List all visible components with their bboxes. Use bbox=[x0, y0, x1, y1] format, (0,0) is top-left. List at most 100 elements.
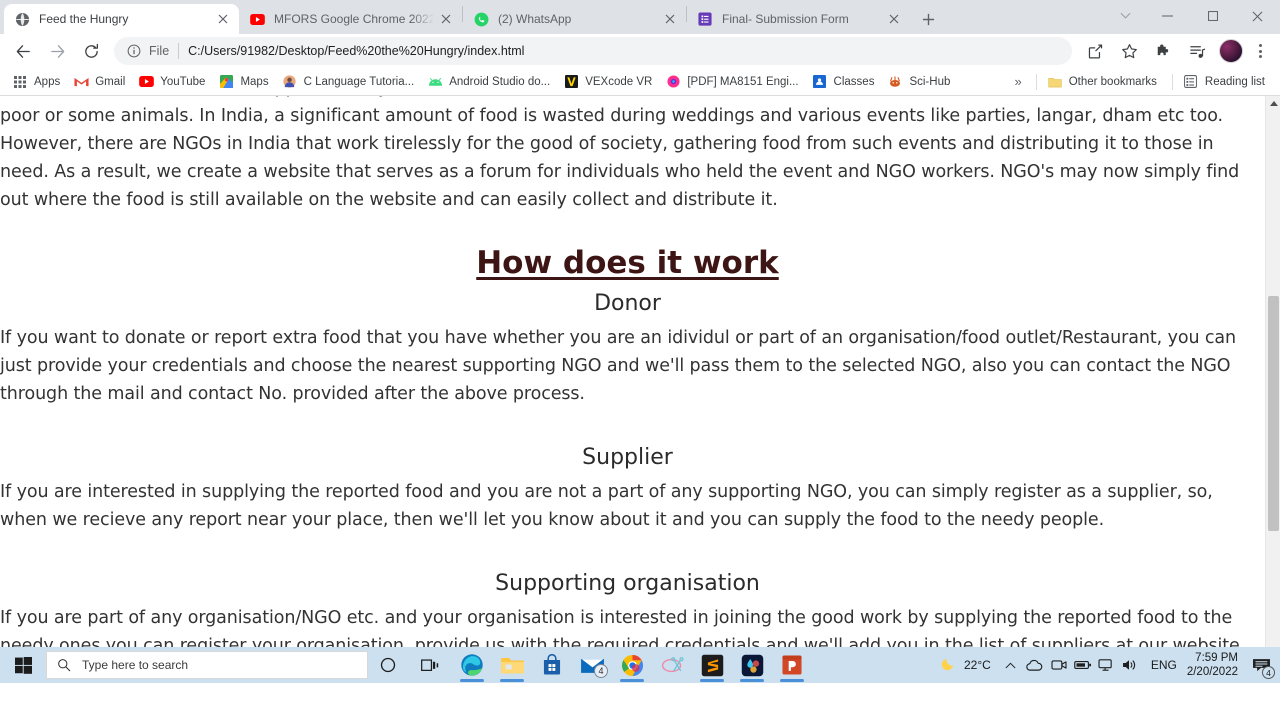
mail-icon[interactable]: 4 bbox=[572, 647, 612, 683]
android-icon bbox=[427, 74, 443, 90]
info-circle-icon[interactable] bbox=[126, 43, 142, 59]
profile-avatar[interactable] bbox=[1219, 39, 1243, 63]
battery-icon[interactable] bbox=[1071, 647, 1095, 683]
colorful-app-icon[interactable] bbox=[732, 647, 772, 683]
tab-title: Final- Submission Form bbox=[722, 12, 849, 26]
new-tab-button[interactable] bbox=[914, 5, 942, 33]
chevron-down-icon[interactable] bbox=[1105, 0, 1145, 32]
youtube-icon bbox=[249, 11, 265, 27]
star-icon[interactable] bbox=[1117, 39, 1141, 63]
reading-list-icon[interactable] bbox=[1185, 39, 1209, 63]
cortana-circle-icon[interactable] bbox=[368, 647, 408, 683]
heading-supporting-organisation: Supporting organisation bbox=[495, 571, 760, 596]
reading-list-button[interactable]: Reading list bbox=[1179, 71, 1272, 93]
page-viewport: the 400 Safal outlets in Delhi. Approxim… bbox=[0, 96, 1280, 683]
bookmark-label: Android Studio do... bbox=[449, 75, 551, 88]
volume-icon[interactable] bbox=[1119, 647, 1143, 683]
bookmark-maps[interactable]: Maps bbox=[214, 71, 275, 93]
notification-icon[interactable]: 4 bbox=[1246, 647, 1276, 683]
pdf-icon bbox=[665, 74, 681, 90]
tab-mfors-google-chrome[interactable]: MFORS Google Chrome 2022 02 bbox=[239, 4, 462, 34]
tab-whatsapp[interactable]: (2) WhatsApp bbox=[463, 4, 686, 34]
address-bar[interactable]: File C:/Users/91982/Desktop/Feed%20the%2… bbox=[114, 37, 1072, 65]
maximize-icon[interactable] bbox=[1190, 0, 1235, 32]
bookmark-label: Gmail bbox=[95, 75, 126, 88]
bookmark-gmail[interactable]: Gmail bbox=[69, 71, 132, 93]
google-forms-icon bbox=[697, 11, 713, 27]
bookmark-label: Reading list bbox=[1204, 75, 1265, 88]
intro-paragraph: the 400 Safal outlets in Delhi. Approxim… bbox=[0, 96, 1240, 210]
file-explorer-icon[interactable] bbox=[492, 647, 532, 683]
windows-start-icon[interactable] bbox=[0, 647, 46, 683]
search-icon bbox=[57, 658, 73, 672]
camera-icon[interactable] bbox=[1047, 647, 1071, 683]
close-icon[interactable] bbox=[1235, 0, 1280, 32]
temperature-label: 22°C bbox=[964, 658, 991, 672]
scrollbar-thumb[interactable] bbox=[1268, 296, 1279, 531]
bookmark-classes[interactable]: Classes bbox=[808, 71, 882, 93]
microsoft-store-icon[interactable] bbox=[532, 647, 572, 683]
mail-badge-count: 4 bbox=[594, 664, 608, 678]
powerpoint-icon[interactable] bbox=[772, 647, 812, 683]
chevron-up-icon[interactable] bbox=[999, 647, 1023, 683]
three-dots-menu-icon[interactable] bbox=[1250, 39, 1270, 63]
close-icon[interactable] bbox=[215, 11, 231, 27]
bookmark-apps[interactable]: Apps bbox=[8, 71, 67, 93]
running-indicator bbox=[620, 679, 644, 682]
weather-widget[interactable]: 22°C bbox=[940, 654, 991, 677]
scroll-up-arrow-icon[interactable] bbox=[1266, 96, 1280, 111]
browser-toolbar: File C:/Users/91982/Desktop/Feed%20the%2… bbox=[0, 34, 1280, 68]
omnibox-divider bbox=[178, 43, 180, 59]
bookmark-c-language-tutorial[interactable]: C Language Tutoria... bbox=[278, 71, 422, 93]
running-indicator bbox=[460, 679, 484, 682]
puzzle-piece-icon[interactable] bbox=[1151, 39, 1175, 63]
moon-icon bbox=[940, 654, 958, 677]
tab-final-submission-form[interactable]: Final- Submission Form bbox=[687, 4, 910, 34]
forward-arrow-icon[interactable] bbox=[43, 37, 71, 65]
bookmark-label: Other bookmarks bbox=[1068, 75, 1157, 88]
clock-widget[interactable]: 7:59 PM 2/20/2022 bbox=[1185, 651, 1246, 679]
bookmark-sci-hub[interactable]: Sci-Hub bbox=[883, 71, 957, 93]
bookmark-android-studio[interactable]: Android Studio do... bbox=[423, 71, 557, 93]
task-view-icon[interactable] bbox=[408, 647, 452, 683]
scihub-icon bbox=[887, 74, 903, 90]
system-tray: 22°C ENG 7:59 PM 2/20/2022 4 bbox=[940, 647, 1280, 683]
google-chrome-icon[interactable] bbox=[612, 647, 652, 683]
tab-title: Feed the Hungry bbox=[39, 12, 129, 26]
reload-icon[interactable] bbox=[77, 37, 105, 65]
microsoft-edge-icon[interactable] bbox=[452, 647, 492, 683]
bookmarks-overflow-button[interactable]: » bbox=[1006, 74, 1029, 89]
running-indicator bbox=[780, 679, 804, 682]
window-controls bbox=[1105, 0, 1280, 32]
tab-title: MFORS Google Chrome 2022 02 bbox=[274, 12, 434, 26]
sublime-text-icon[interactable] bbox=[692, 647, 732, 683]
bookmark-label: Classes bbox=[833, 75, 875, 88]
network-icon[interactable] bbox=[1095, 647, 1119, 683]
clock-time: 7:59 PM bbox=[1195, 652, 1238, 664]
bookmark-youtube[interactable]: YouTube bbox=[134, 71, 212, 93]
close-icon[interactable] bbox=[662, 11, 678, 27]
bookmark-other-bookmarks[interactable]: Other bookmarks bbox=[1043, 71, 1164, 93]
notification-count: 4 bbox=[1262, 666, 1275, 679]
bookmark-pdf-ma8151[interactable]: [PDF] MA8151 Engi... bbox=[661, 71, 805, 93]
bookmark-label: Sci-Hub bbox=[909, 75, 951, 88]
snip-sketch-icon[interactable] bbox=[652, 647, 692, 683]
browser-window: Feed the Hungry MFORS Google Chrome 2022… bbox=[0, 0, 1280, 683]
taskbar-search-input[interactable]: Type here to search bbox=[46, 651, 368, 679]
close-icon[interactable] bbox=[886, 11, 902, 27]
bookmark-vexcode-vr[interactable]: VEXcode VR bbox=[559, 71, 659, 93]
bookmarks-separator bbox=[1035, 73, 1037, 90]
minimize-icon[interactable] bbox=[1145, 0, 1190, 32]
cloud-icon[interactable] bbox=[1023, 647, 1047, 683]
running-indicator bbox=[740, 679, 764, 682]
share-icon[interactable] bbox=[1083, 39, 1107, 63]
back-arrow-icon[interactable] bbox=[9, 37, 37, 65]
bookmark-label: Maps bbox=[240, 75, 269, 88]
language-indicator[interactable]: ENG bbox=[1143, 658, 1185, 672]
whatsapp-icon bbox=[473, 11, 489, 27]
page-scrollbar[interactable] bbox=[1265, 96, 1280, 683]
heading-supplier: Supplier bbox=[582, 445, 673, 470]
tab-feed-the-hungry[interactable]: Feed the Hungry bbox=[4, 4, 239, 34]
close-icon[interactable] bbox=[438, 11, 454, 27]
url-scheme-label: File bbox=[149, 44, 170, 58]
